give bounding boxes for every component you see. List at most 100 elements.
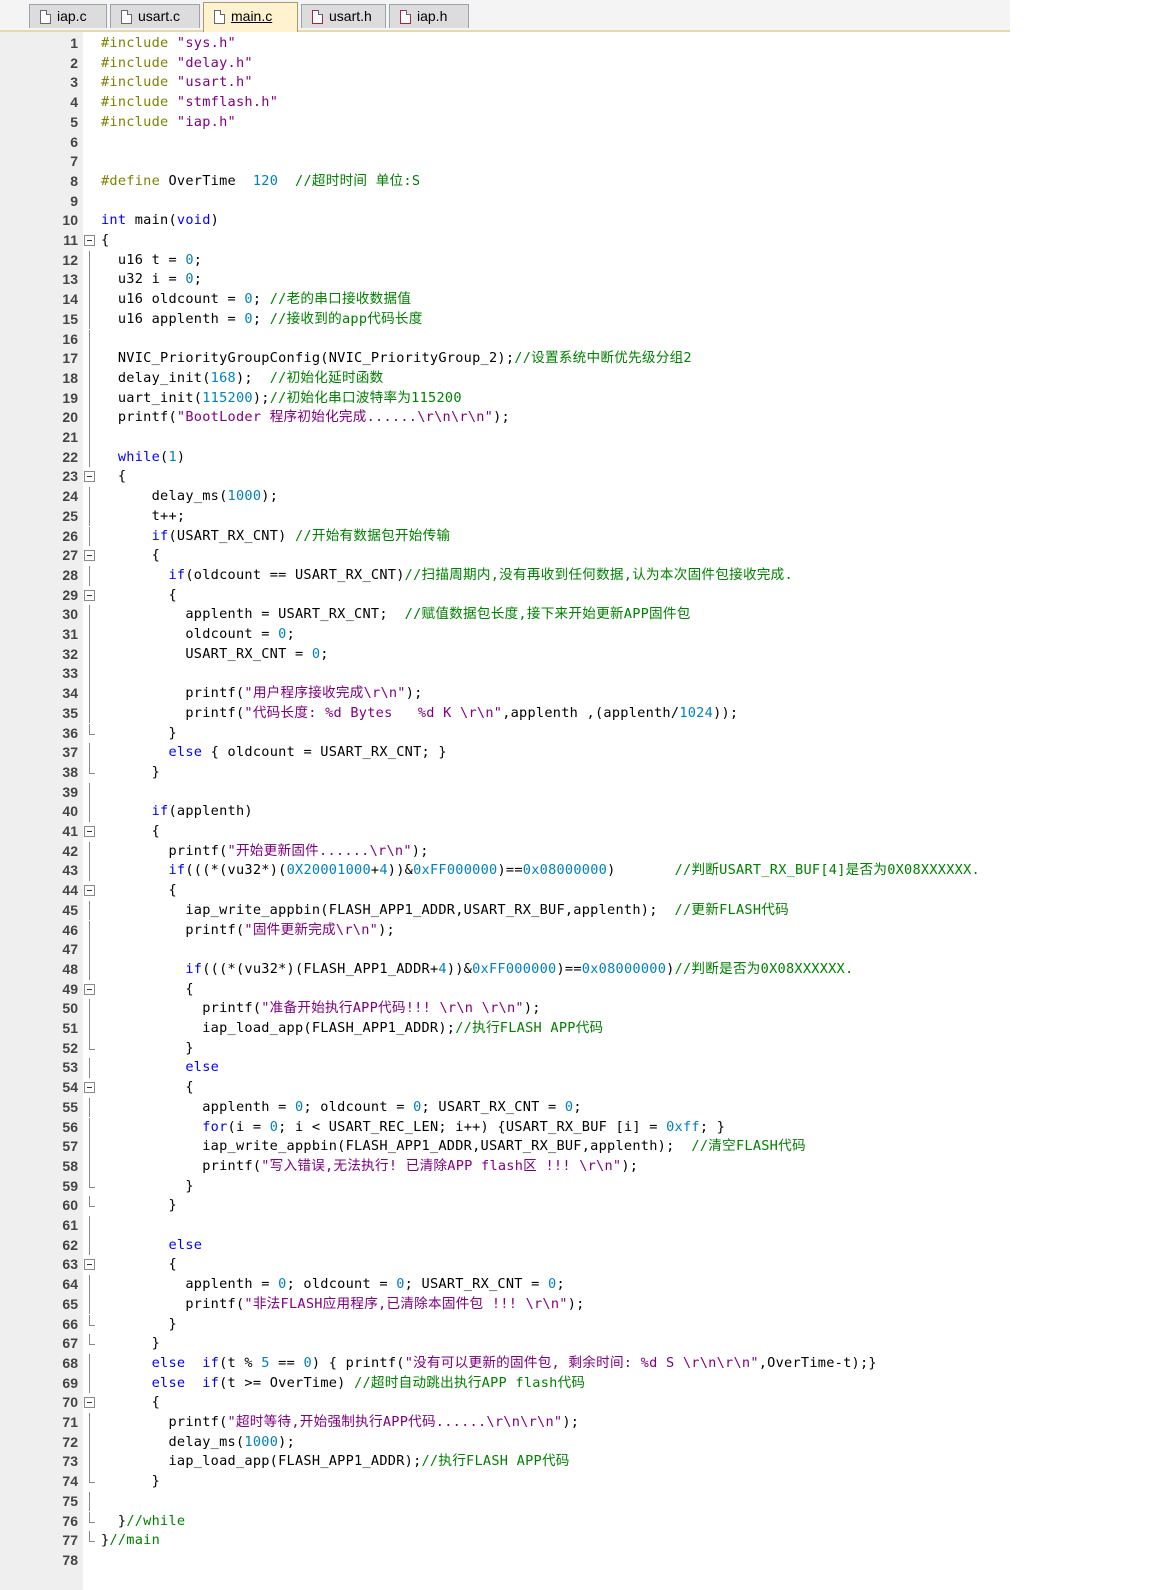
- fold-collapse-icon[interactable]: [84, 235, 95, 246]
- code-editor[interactable]: 1 #include "sys.h" 2 #include "delay.h" 3 #in…: [0, 32, 1168, 1590]
- code-line[interactable]: 17 NVIC_PriorityGroupConfig(NVIC_Priorit…: [0, 349, 1168, 369]
- code-line[interactable]: 64 applenth = 0; oldcount = 0; USART_RX_…: [0, 1275, 1168, 1295]
- code-line[interactable]: 65 printf("非法FLASH应用程序,已清除本固件包 !!! \r\n"…: [0, 1294, 1168, 1315]
- code-line[interactable]: 3 #include "usart.h": [0, 73, 1168, 93]
- code-line[interactable]: 14 u16 oldcount = 0; //老的串口接收数据值: [0, 290, 1168, 310]
- code-line[interactable]: 45 iap_write_appbin(FLASH_APP1_ADDR,USAR…: [0, 900, 1168, 921]
- code-line[interactable]: 77}//main: [0, 1531, 1168, 1551]
- fold-collapse-icon[interactable]: [84, 550, 95, 562]
- code-line[interactable]: 42 printf("开始更新固件......\r\n");: [0, 841, 1168, 862]
- code-line[interactable]: 2 #include "delay.h": [0, 54, 1168, 74]
- code-line[interactable]: 61: [0, 1216, 1168, 1236]
- code-line[interactable]: 57 iap_write_appbin(FLASH_APP1_ADDR,USAR…: [0, 1137, 1168, 1157]
- code-line[interactable]: 20 printf("BootLoder 程序初始化完成......\r\n\r…: [0, 408, 1168, 428]
- code-line[interactable]: 19 uart_init(115200);//初始化串口波特率为115200: [0, 388, 1168, 409]
- code-line[interactable]: 73 iap_load_app(FLASH_APP1_ADDR);//执行FLA…: [0, 1452, 1168, 1473]
- code-line[interactable]: 4 #include "stmflash.h": [0, 93, 1168, 113]
- tab-iap-h[interactable]: iap.h: [389, 4, 469, 28]
- code-line[interactable]: 24 delay_ms(1000);: [0, 487, 1168, 507]
- code-line[interactable]: 23 {: [0, 467, 1168, 487]
- code-line[interactable]: 69 else if(t >= OverTime) //超时自动跳出执行APP …: [0, 1373, 1168, 1394]
- code-line[interactable]: 10 int main(void): [0, 211, 1168, 231]
- code-line[interactable]: 48 if(((*(vu32*)(FLASH_APP1_ADDR+4))&0xF…: [0, 959, 1168, 980]
- code-line[interactable]: 58 printf("写入错误,无法执行! 已清除APP flash区 !!! …: [0, 1156, 1168, 1177]
- code-line[interactable]: 68 else if(t % 5 == 0) { printf("没有可以更新的…: [0, 1353, 1168, 1374]
- code-line[interactable]: 66 }: [0, 1314, 1168, 1335]
- tab-main-c[interactable]: main.c: [203, 2, 298, 32]
- code-line[interactable]: 8 #define OverTime 120 //超时时间 单位:S: [0, 172, 1168, 192]
- fold-collapse-icon[interactable]: [84, 1397, 95, 1409]
- code-line[interactable]: 38 }: [0, 762, 1168, 783]
- code-line[interactable]: 44 {: [0, 881, 1168, 901]
- code-line[interactable]: 62 else: [0, 1235, 1168, 1256]
- code-line[interactable]: 74 }: [0, 1472, 1168, 1492]
- code-line[interactable]: 67 }: [0, 1334, 1168, 1354]
- code-line[interactable]: 25 t++;: [0, 506, 1168, 527]
- code-line[interactable]: 26 if(USART_RX_CNT) //开始有数据包开始传输: [0, 526, 1168, 547]
- code-text: NVIC_PriorityGroupConfig(NVIC_PriorityGr…: [101, 350, 692, 367]
- code-line[interactable]: 71 printf("超时等待,开始强制执行APP代码......\r\n\r\…: [0, 1413, 1168, 1433]
- code-line[interactable]: 47: [0, 940, 1168, 960]
- code-line[interactable]: 41 {: [0, 822, 1168, 842]
- code-line[interactable]: 28 if(oldcount == USART_RX_CNT)//扫描周期内,没…: [0, 565, 1168, 586]
- code-line[interactable]: 11 {: [0, 231, 1168, 251]
- code-line[interactable]: 22 while(1): [0, 447, 1168, 468]
- code-text: if(USART_RX_CNT) //开始有数据包开始传输: [151, 527, 451, 544]
- code-line[interactable]: 78: [0, 1551, 1168, 1571]
- code-line[interactable]: 76 }//while: [0, 1511, 1168, 1532]
- code-line[interactable]: 35 printf("代码长度: %d Bytes %d K \r\n",app…: [0, 703, 1168, 724]
- code-line[interactable]: 50 printf("准备开始执行APP代码!!! \r\n \r\n");: [0, 999, 1168, 1019]
- code-line[interactable]: 52 }: [0, 1038, 1168, 1059]
- code-line[interactable]: 27 {: [0, 546, 1168, 566]
- code-line[interactable]: 40 if(applenth): [0, 802, 1168, 822]
- code-line[interactable]: 51 iap_load_app(FLASH_APP1_ADDR);//执行FLA…: [0, 1019, 1168, 1039]
- fold-end-marker: [89, 1472, 95, 1484]
- code-line[interactable]: 6: [0, 133, 1168, 153]
- code-line[interactable]: 18 delay_init(168); //初始化延时函数: [0, 368, 1168, 389]
- code-line[interactable]: 39: [0, 782, 1168, 803]
- file-icon: [400, 10, 411, 24]
- code-line[interactable]: 33: [0, 664, 1168, 685]
- tab-iap-c[interactable]: iap.c: [29, 4, 107, 28]
- code-line[interactable]: 7: [0, 152, 1168, 172]
- code-line[interactable]: 29 {: [0, 586, 1168, 606]
- code-line[interactable]: 21: [0, 428, 1168, 448]
- code-line[interactable]: 34 printf("用户程序接收完成\r\n");: [0, 684, 1168, 704]
- code-line[interactable]: 72 delay_ms(1000);: [0, 1432, 1168, 1453]
- code-line[interactable]: 37 else { oldcount = USART_RX_CNT; }: [0, 743, 1168, 763]
- fold-collapse-icon[interactable]: [84, 885, 95, 897]
- fold-collapse-icon[interactable]: [84, 983, 95, 995]
- code-line[interactable]: 1 #include "sys.h": [0, 34, 1168, 54]
- code-line[interactable]: 54 {: [0, 1078, 1168, 1098]
- code-line[interactable]: 46 printf("固件更新完成\r\n");: [0, 920, 1168, 941]
- code-line[interactable]: 60 }: [0, 1196, 1168, 1216]
- code-line[interactable]: 49 {: [0, 980, 1168, 1000]
- tab-usart-h[interactable]: usart.h: [301, 4, 386, 28]
- fold-collapse-icon[interactable]: [84, 589, 95, 601]
- code-line[interactable]: 43 if(((*(vu32*)(0X20001000+4))&0xFF0000…: [0, 861, 1168, 882]
- code-line[interactable]: 30 applenth = USART_RX_CNT; //赋值数据包长度,接下…: [0, 605, 1168, 625]
- fold-collapse-icon[interactable]: [84, 1259, 95, 1271]
- code-line[interactable]: 12 u16 t = 0;: [0, 250, 1168, 271]
- code-line[interactable]: 13 u32 i = 0;: [0, 270, 1168, 291]
- tab-usart-c[interactable]: usart.c: [110, 4, 200, 28]
- code-line[interactable]: 31 oldcount = 0;: [0, 625, 1168, 645]
- code-line[interactable]: 32 USART_RX_CNT = 0;: [0, 644, 1168, 665]
- code-text: if(applenth): [151, 803, 253, 820]
- code-line[interactable]: 56 for(i = 0; i < USART_REC_LEN; i++) {U…: [0, 1117, 1168, 1138]
- code-line[interactable]: 15 u16 applenth = 0; //接收到的app代码长度: [0, 309, 1168, 330]
- code-line[interactable]: 36 }: [0, 723, 1168, 744]
- code-line[interactable]: 59 }: [0, 1176, 1168, 1197]
- code-line[interactable]: 53 else: [0, 1058, 1168, 1079]
- code-line[interactable]: 63 {: [0, 1255, 1168, 1275]
- code-line[interactable]: 9: [0, 192, 1168, 212]
- line-number: 34: [62, 685, 78, 702]
- fold-collapse-icon[interactable]: [84, 471, 95, 483]
- code-line[interactable]: 5 #include "iap.h": [0, 113, 1168, 133]
- code-line[interactable]: 75: [0, 1491, 1168, 1512]
- code-line[interactable]: 55 applenth = 0; oldcount = 0; USART_RX_…: [0, 1097, 1168, 1118]
- code-line[interactable]: 70 {: [0, 1393, 1168, 1413]
- fold-collapse-icon[interactable]: [84, 826, 95, 837]
- fold-collapse-icon[interactable]: [84, 1082, 95, 1094]
- code-line[interactable]: 16: [0, 329, 1168, 350]
